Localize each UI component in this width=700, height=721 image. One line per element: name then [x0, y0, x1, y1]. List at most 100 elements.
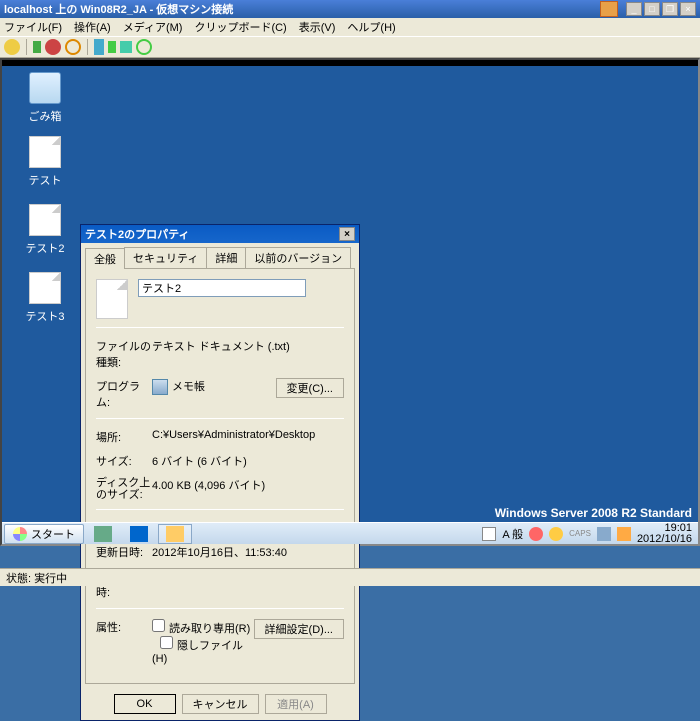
recycle-bin[interactable]: ごみ箱	[20, 72, 70, 124]
dialog-title-text: テスト2のプロパティ	[85, 226, 339, 242]
taskbar-app-explorer[interactable]	[158, 524, 192, 544]
tab-general[interactable]: 全般	[85, 248, 125, 269]
taskbar-app-powershell[interactable]	[122, 524, 156, 544]
location-value: C:¥Users¥Administrator¥Desktop	[152, 429, 344, 441]
location-label: 場所:	[96, 429, 152, 445]
modified-value: 2012年10月16日、11:53:40	[152, 544, 344, 560]
readonly-checkbox[interactable]	[152, 619, 165, 632]
size-label: サイズ:	[96, 453, 152, 469]
menu-action[interactable]: 操作(A)	[74, 19, 111, 35]
divider	[96, 327, 344, 328]
attributes-label: 属性:	[96, 619, 152, 635]
ime-mode[interactable]: A 般	[502, 526, 523, 542]
ctrl-alt-del-icon[interactable]	[4, 39, 20, 55]
apply-button[interactable]: 適用(A)	[265, 694, 327, 714]
tab-details[interactable]: 詳細	[206, 247, 246, 268]
ime-tool-icon[interactable]	[529, 527, 543, 541]
change-program-button[interactable]: 変更(C)...	[276, 378, 344, 398]
readonly-label: 読み取り専用(R)	[169, 623, 250, 635]
ime-help-icon[interactable]	[549, 527, 563, 541]
clock-time: 19:01	[637, 523, 692, 534]
revert-icon[interactable]	[136, 39, 152, 55]
volume-icon[interactable]	[617, 527, 631, 541]
desktop-file-label: テスト3	[25, 311, 64, 323]
desktop-file-1[interactable]: テスト	[20, 136, 70, 188]
network-icon[interactable]	[597, 527, 611, 541]
hidden-checkbox[interactable]	[160, 636, 173, 649]
text-file-icon	[29, 136, 61, 168]
vm-menu-bar: ファイル(F) 操作(A) メディア(M) クリップボード(C) 表示(V) ヘ…	[0, 18, 700, 36]
vm-title-bar: localhost 上の Win08R2_JA - 仮想マシン接続 _ □ ❐ …	[0, 0, 700, 18]
system-tray: A 般 CAPS 19:01 2012/10/16	[476, 523, 698, 545]
maximize-button[interactable]: □	[644, 2, 660, 16]
separator	[87, 39, 88, 55]
disk-size-label: ディスク上のサイズ:	[96, 477, 152, 501]
recycle-bin-label: ごみ箱	[29, 111, 62, 123]
pause-icon[interactable]	[94, 39, 104, 55]
vm-title-text: localhost 上の Win08R2_JA - 仮想マシン接続	[4, 1, 600, 17]
ime-caps[interactable]: CAPS	[569, 529, 591, 538]
advanced-button[interactable]: 詳細設定(D)...	[254, 619, 344, 639]
pin-icon[interactable]	[600, 1, 618, 17]
desktop-file-3[interactable]: テスト3	[20, 272, 70, 324]
text-file-icon	[29, 272, 61, 304]
tab-previous-versions[interactable]: 以前のバージョン	[245, 247, 351, 268]
save-icon[interactable]	[65, 39, 81, 55]
file-name-input[interactable]	[138, 279, 306, 297]
disk-size-value: 4.00 KB (4,096 バイト)	[152, 477, 344, 493]
tab-security[interactable]: セキュリティ	[124, 247, 207, 268]
dialog-tabs: 全般 セキュリティ 詳細 以前のバージョン	[81, 243, 359, 268]
minimize-button[interactable]: _	[626, 2, 642, 16]
windows-orb-icon	[13, 527, 27, 541]
dialog-title-bar[interactable]: テスト2のプロパティ ×	[81, 225, 359, 243]
taskbar-clock[interactable]: 19:01 2012/10/16	[637, 523, 692, 545]
desktop-file-label: テスト2	[25, 243, 64, 255]
desktop-file-label: テスト	[29, 175, 62, 187]
start-label: スタート	[31, 526, 75, 542]
server-manager-icon	[94, 526, 112, 542]
tray-flag-icon[interactable]	[482, 527, 496, 541]
shutdown-icon[interactable]	[45, 39, 61, 55]
dialog-pane: ファイルの種類:テキスト ドキュメント (.txt) プログラム: メモ帳 変更…	[85, 268, 355, 684]
notepad-icon	[152, 379, 168, 395]
size-value: 6 バイト (6 バイト)	[152, 453, 344, 469]
powershell-icon	[130, 526, 148, 542]
file-type-icon	[96, 279, 128, 319]
menu-file[interactable]: ファイル(F)	[4, 19, 62, 35]
watermark-line1: Windows Server 2008 R2 Standard	[495, 506, 692, 520]
type-value: テキスト ドキュメント (.txt)	[152, 338, 344, 354]
start-button[interactable]: スタート	[4, 524, 84, 544]
clock-date: 2012/10/16	[637, 534, 692, 545]
text-file-icon	[29, 204, 61, 236]
recycle-bin-icon	[29, 72, 61, 104]
restore-button[interactable]: ❐	[662, 2, 678, 16]
reset-icon[interactable]	[108, 41, 116, 53]
guest-taskbar: スタート A 般 CAPS 19:01 2012/10/16	[2, 522, 698, 544]
divider	[96, 608, 344, 609]
dialog-close-button[interactable]: ×	[339, 227, 355, 241]
menu-clipboard[interactable]: クリップボード(C)	[194, 19, 286, 35]
taskbar-app-server-manager[interactable]	[86, 524, 120, 544]
cancel-button[interactable]: キャンセル	[182, 694, 259, 714]
vm-status-text: 状態: 実行中	[6, 570, 67, 586]
program-value: メモ帳	[152, 378, 276, 395]
separator	[26, 39, 27, 55]
desktop-file-2[interactable]: テスト2	[20, 204, 70, 256]
start-icon[interactable]	[33, 41, 41, 53]
modified-label: 更新日時:	[96, 544, 152, 560]
vm-status-bar: 状態: 実行中	[0, 568, 700, 586]
guest-top-border	[2, 60, 698, 66]
desktop-watermark: Windows Server 2008 R2 Standard	[495, 506, 692, 520]
attributes-group: 読み取り専用(R) 隠しファイル(H)	[152, 619, 254, 665]
menu-view[interactable]: 表示(V)	[299, 19, 336, 35]
ok-button[interactable]: OK	[114, 694, 176, 714]
close-button[interactable]: ×	[680, 2, 696, 16]
properties-dialog: テスト2のプロパティ × 全般 セキュリティ 詳細 以前のバージョン ファイルの…	[80, 224, 360, 721]
menu-help[interactable]: ヘルプ(H)	[347, 19, 395, 35]
explorer-icon	[166, 526, 184, 542]
menu-media[interactable]: メディア(M)	[123, 19, 183, 35]
guest-desktop[interactable]: ごみ箱 テスト テスト2 テスト3 テスト2のプロパティ × 全般 セキュリティ…	[0, 58, 700, 546]
divider	[96, 509, 344, 510]
divider	[96, 418, 344, 419]
snapshot-icon[interactable]	[120, 41, 132, 53]
